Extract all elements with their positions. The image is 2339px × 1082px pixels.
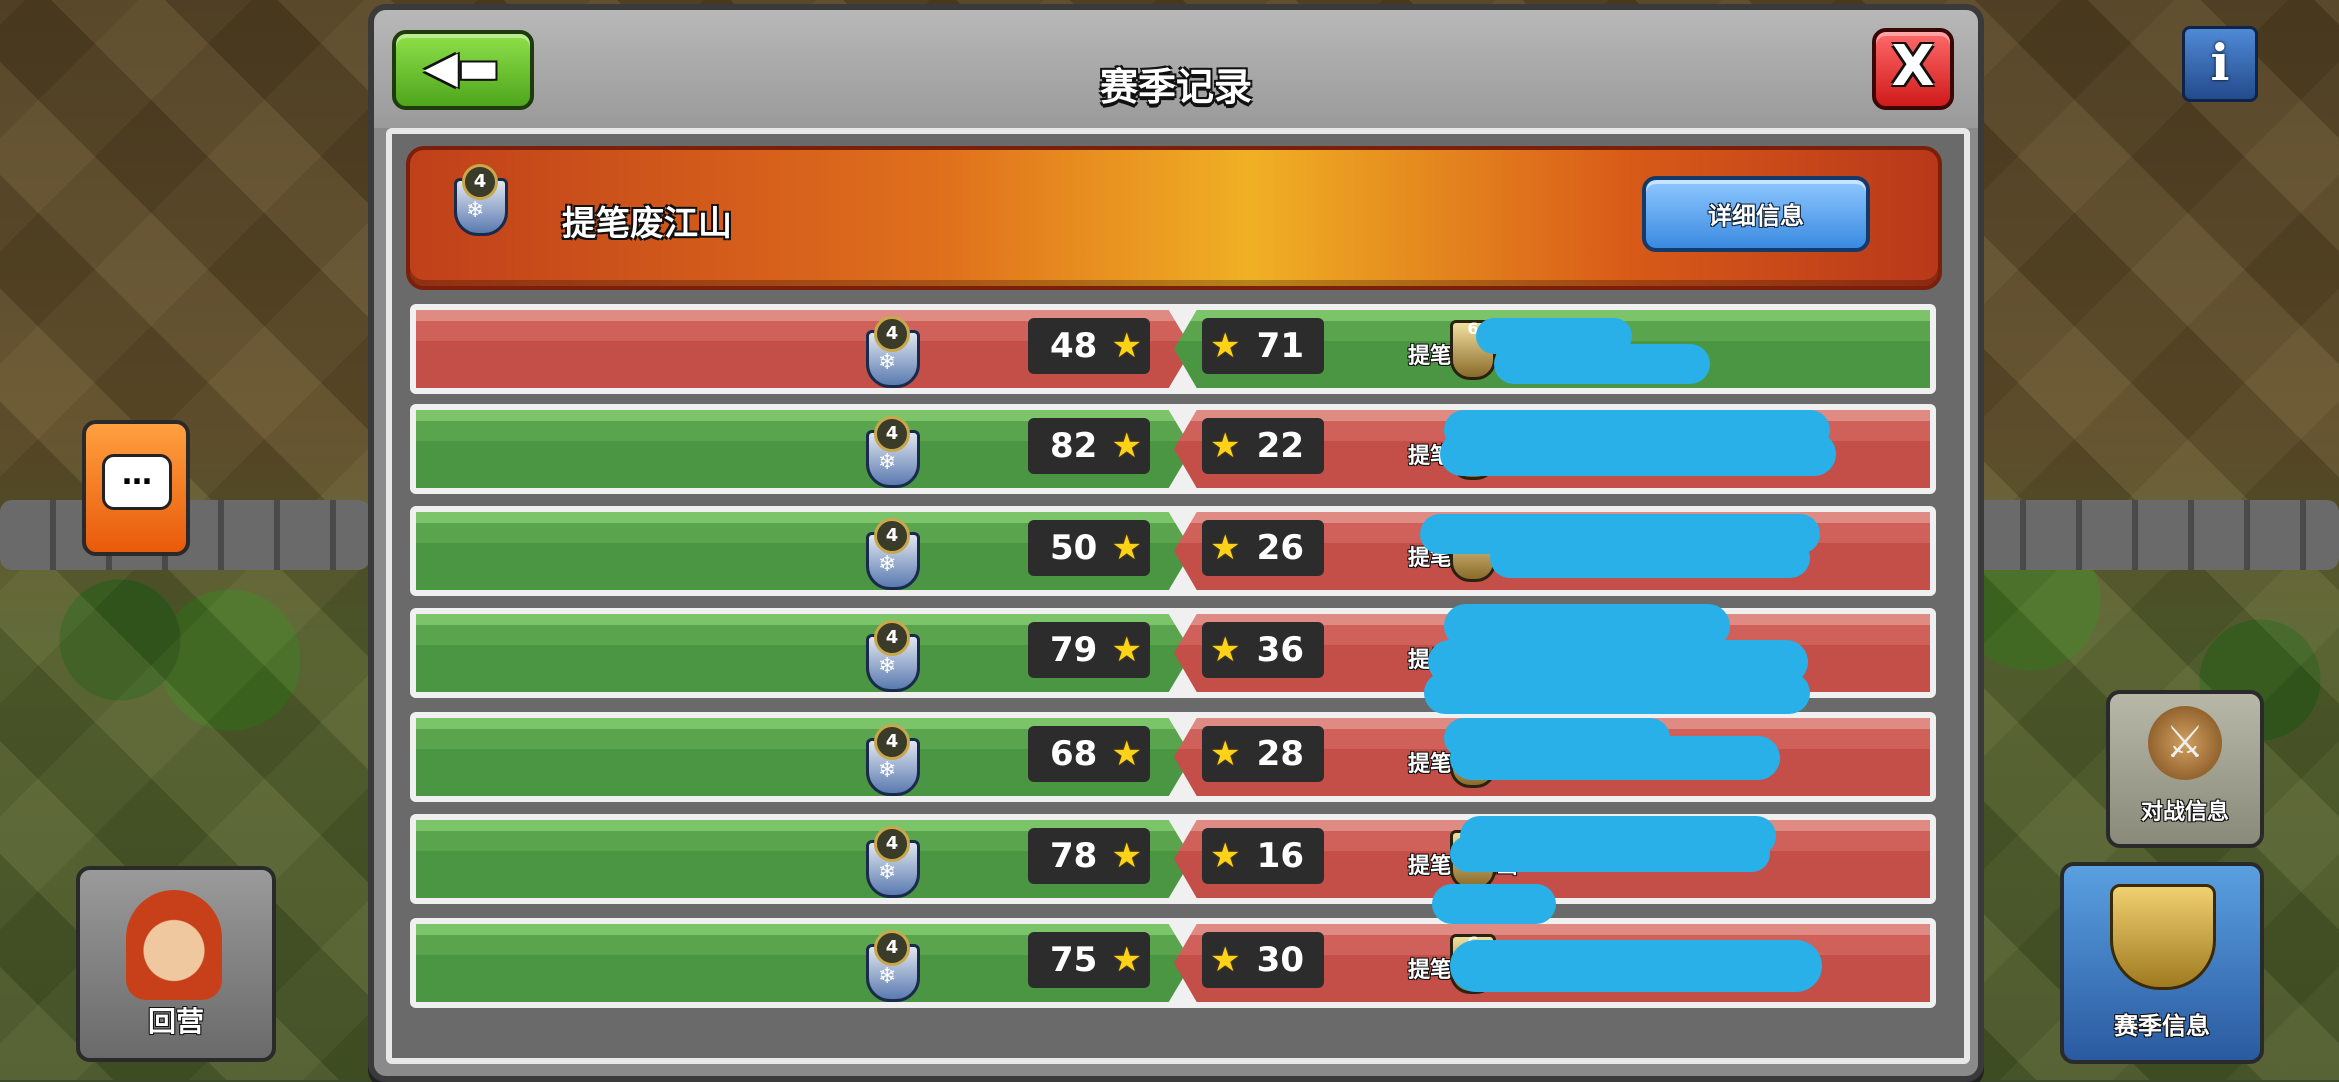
- star-icon: ★: [1111, 734, 1142, 774]
- opponent-star-count: 28: [1256, 734, 1304, 774]
- town-hall-level: 4: [462, 164, 498, 200]
- my-star-count: 79: [1050, 630, 1098, 670]
- close-button[interactable]: X: [1872, 28, 1954, 110]
- season-info-button[interactable]: 赛季信息: [2060, 862, 2264, 1064]
- eagle-emblem-icon: ❄: [878, 450, 897, 475]
- detail-info-button[interactable]: 详细信息: [1642, 176, 1870, 252]
- town-hall-level: 4: [874, 826, 910, 862]
- chat-icon: …: [102, 454, 172, 510]
- redaction-scribble: [1494, 344, 1710, 384]
- star-icon: ★: [1111, 630, 1142, 670]
- my-star-count: 68: [1050, 734, 1098, 774]
- player-name: 提笔废江山: [562, 204, 732, 244]
- opponent-stars: ★ 28: [1202, 726, 1324, 782]
- my-stars: 68 ★: [1028, 726, 1150, 782]
- crossed-swords-icon: ⚔: [2148, 706, 2222, 780]
- my-star-count: 75: [1050, 940, 1098, 980]
- town-hall-badge: 4 ❄: [860, 416, 920, 488]
- back-button[interactable]: ◀▬: [392, 30, 534, 110]
- town-hall-badge: 4 ❄: [860, 724, 920, 796]
- return-home-label: 回营: [147, 1005, 204, 1038]
- opponent-stars: ★ 30: [1202, 932, 1324, 988]
- star-icon: ★: [1210, 836, 1241, 876]
- town-hall-level: 4: [874, 316, 910, 352]
- redaction-scribble: [1440, 432, 1836, 476]
- town-hall-badge: 4 ❄: [860, 316, 920, 388]
- star-icon: ★: [1210, 940, 1241, 980]
- town-hall-badge: 4 ❄: [448, 164, 508, 236]
- redaction-scribble: [1490, 538, 1810, 578]
- opponent-star-count: 22: [1256, 426, 1304, 466]
- chat-button[interactable]: …: [82, 420, 190, 556]
- town-hall-badge: 4 ❄: [860, 826, 920, 898]
- stone-wall-right: [1970, 500, 2339, 570]
- info-icon: i: [2210, 33, 2230, 92]
- eagle-emblem-icon: ❄: [878, 964, 897, 989]
- page-title: 赛季记录: [1099, 65, 1252, 109]
- battle-info-button[interactable]: ⚔ 对战信息: [2106, 690, 2264, 848]
- opponent-star-count: 16: [1256, 836, 1304, 876]
- star-icon: ★: [1210, 426, 1241, 466]
- my-stars: 82 ★: [1028, 418, 1150, 474]
- star-icon: ★: [1210, 528, 1241, 568]
- eagle-emblem-icon: ❄: [878, 350, 897, 375]
- star-icon: ★: [1111, 940, 1142, 980]
- battle-info-label: 对战信息: [2140, 800, 2229, 825]
- eagle-emblem-icon: ❄: [878, 758, 897, 783]
- opponent-star-count: 26: [1256, 528, 1304, 568]
- town-hall-badge: 4 ❄: [860, 620, 920, 692]
- trophy-icon: [2110, 884, 2216, 990]
- town-hall-level: 4: [874, 518, 910, 554]
- return-home-button[interactable]: 回营: [76, 866, 276, 1062]
- my-star-count: 78: [1050, 836, 1098, 876]
- close-icon: X: [1891, 34, 1935, 99]
- redaction-scribble: [1424, 672, 1810, 714]
- town-hall-level: 4: [874, 724, 910, 760]
- my-stars: 75 ★: [1028, 932, 1150, 988]
- town-hall-level: 4: [874, 416, 910, 452]
- eagle-emblem-icon: ❄: [878, 654, 897, 679]
- info-button[interactable]: i: [2182, 26, 2258, 102]
- battle-row[interactable]: 提笔废江山4❄48★★716: [410, 304, 1936, 394]
- my-star-count: 48: [1050, 326, 1098, 366]
- star-icon: ★: [1111, 326, 1142, 366]
- opponent-star-count: 30: [1256, 940, 1304, 980]
- opponent-star-count: 36: [1256, 630, 1304, 670]
- star-icon: ★: [1111, 836, 1142, 876]
- town-hall-level: 4: [874, 620, 910, 656]
- archer-portrait: [126, 890, 222, 1000]
- redaction-scribble: [1450, 736, 1780, 780]
- my-star-count: 82: [1050, 426, 1098, 466]
- my-stars: 50 ★: [1028, 520, 1150, 576]
- opponent-star-count: 71: [1256, 326, 1304, 366]
- eagle-emblem-icon: ❄: [878, 552, 897, 577]
- my-stars: 79 ★: [1028, 622, 1150, 678]
- star-icon: ★: [1210, 734, 1241, 774]
- season-info-label: 赛季信息: [2114, 1012, 2210, 1040]
- opponent-stars: ★ 26: [1202, 520, 1324, 576]
- detail-info-label: 详细信息: [1708, 202, 1804, 230]
- my-stars: 48 ★: [1028, 318, 1150, 374]
- opponent-stars: ★ 36: [1202, 622, 1324, 678]
- opponent-stars: ★ 16: [1202, 828, 1324, 884]
- town-hall-badge: 4 ❄: [860, 930, 920, 1002]
- arrow-left-icon: ◀▬: [424, 42, 500, 93]
- star-icon: ★: [1210, 630, 1241, 670]
- opponent-stars: ★ 71: [1202, 318, 1324, 374]
- my-stars: 78 ★: [1028, 828, 1150, 884]
- redaction-scribble: [1432, 884, 1556, 924]
- opponent-stars: ★ 22: [1202, 418, 1324, 474]
- town-hall-level: 4: [874, 930, 910, 966]
- town-hall-badge: 4 ❄: [860, 518, 920, 590]
- redaction-scribble: [1450, 836, 1770, 872]
- eagle-emblem-icon: ❄: [466, 198, 485, 223]
- star-icon: ★: [1111, 426, 1142, 466]
- star-icon: ★: [1210, 326, 1241, 366]
- eagle-emblem-icon: ❄: [878, 860, 897, 885]
- star-icon: ★: [1111, 528, 1142, 568]
- redaction-scribble: [1450, 940, 1822, 992]
- my-star-count: 50: [1050, 528, 1098, 568]
